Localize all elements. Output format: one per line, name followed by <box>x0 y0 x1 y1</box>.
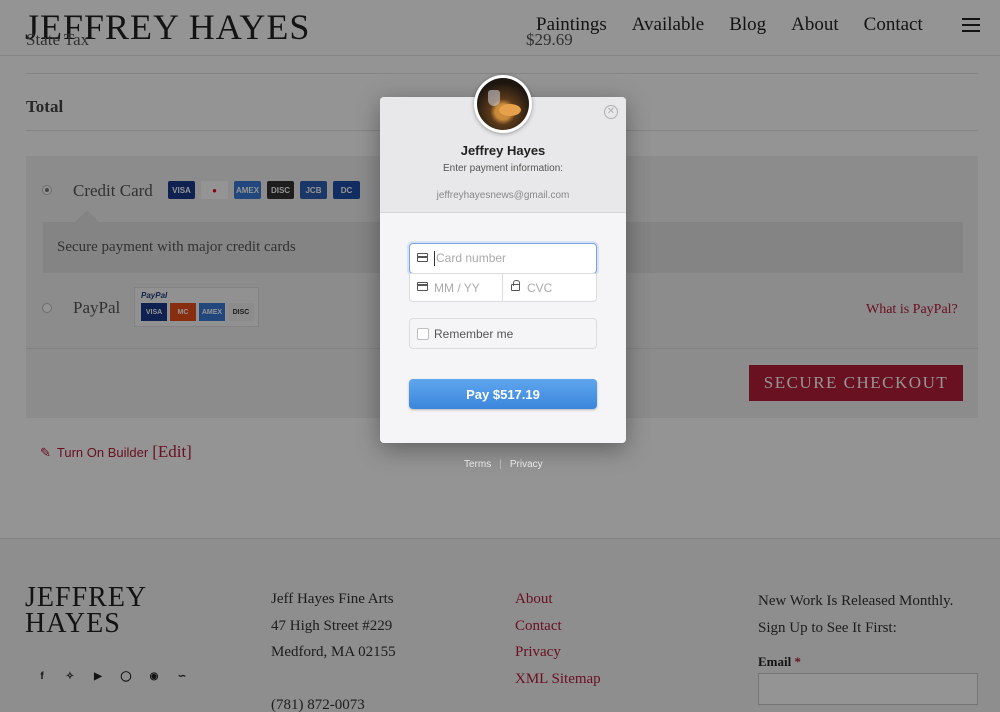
expiry-placeholder: MM / YY <box>434 281 480 295</box>
pay-button[interactable]: Pay $517.19 <box>409 379 597 409</box>
separator: | <box>499 459 502 470</box>
remember-me-option[interactable]: Remember me <box>409 318 597 349</box>
modal-subtitle: Enter payment information: <box>442 163 564 174</box>
lock-icon <box>511 280 520 291</box>
merchant-avatar <box>474 75 532 133</box>
expiry-input[interactable]: MM / YY <box>409 273 503 302</box>
merchant-name: Jeffrey Hayes <box>460 143 546 158</box>
remember-me-checkbox[interactable] <box>417 328 429 340</box>
card-number-placeholder: Card number <box>436 251 507 265</box>
terms-link[interactable]: Terms <box>464 459 491 470</box>
remember-me-label: Remember me <box>434 327 514 341</box>
modal-legal-links: Terms | Privacy <box>464 459 543 470</box>
credit-card-icon <box>417 253 428 262</box>
customer-email: jeffreyhayesnews@gmail.com <box>436 190 570 201</box>
cvc-input[interactable]: CVC <box>502 273 597 302</box>
cvc-placeholder: CVC <box>527 281 553 295</box>
payment-modal: ✕ Jeffrey Hayes Enter payment informatio… <box>380 75 626 443</box>
painting-thumbnail <box>477 78 529 130</box>
modal-header: ✕ Jeffrey Hayes Enter payment informatio… <box>380 75 626 213</box>
text-cursor <box>434 251 435 266</box>
card-number-input[interactable]: Card number <box>409 243 597 274</box>
calendar-icon <box>417 282 428 291</box>
close-icon[interactable]: ✕ <box>604 105 618 119</box>
privacy-link[interactable]: Privacy <box>510 459 543 470</box>
